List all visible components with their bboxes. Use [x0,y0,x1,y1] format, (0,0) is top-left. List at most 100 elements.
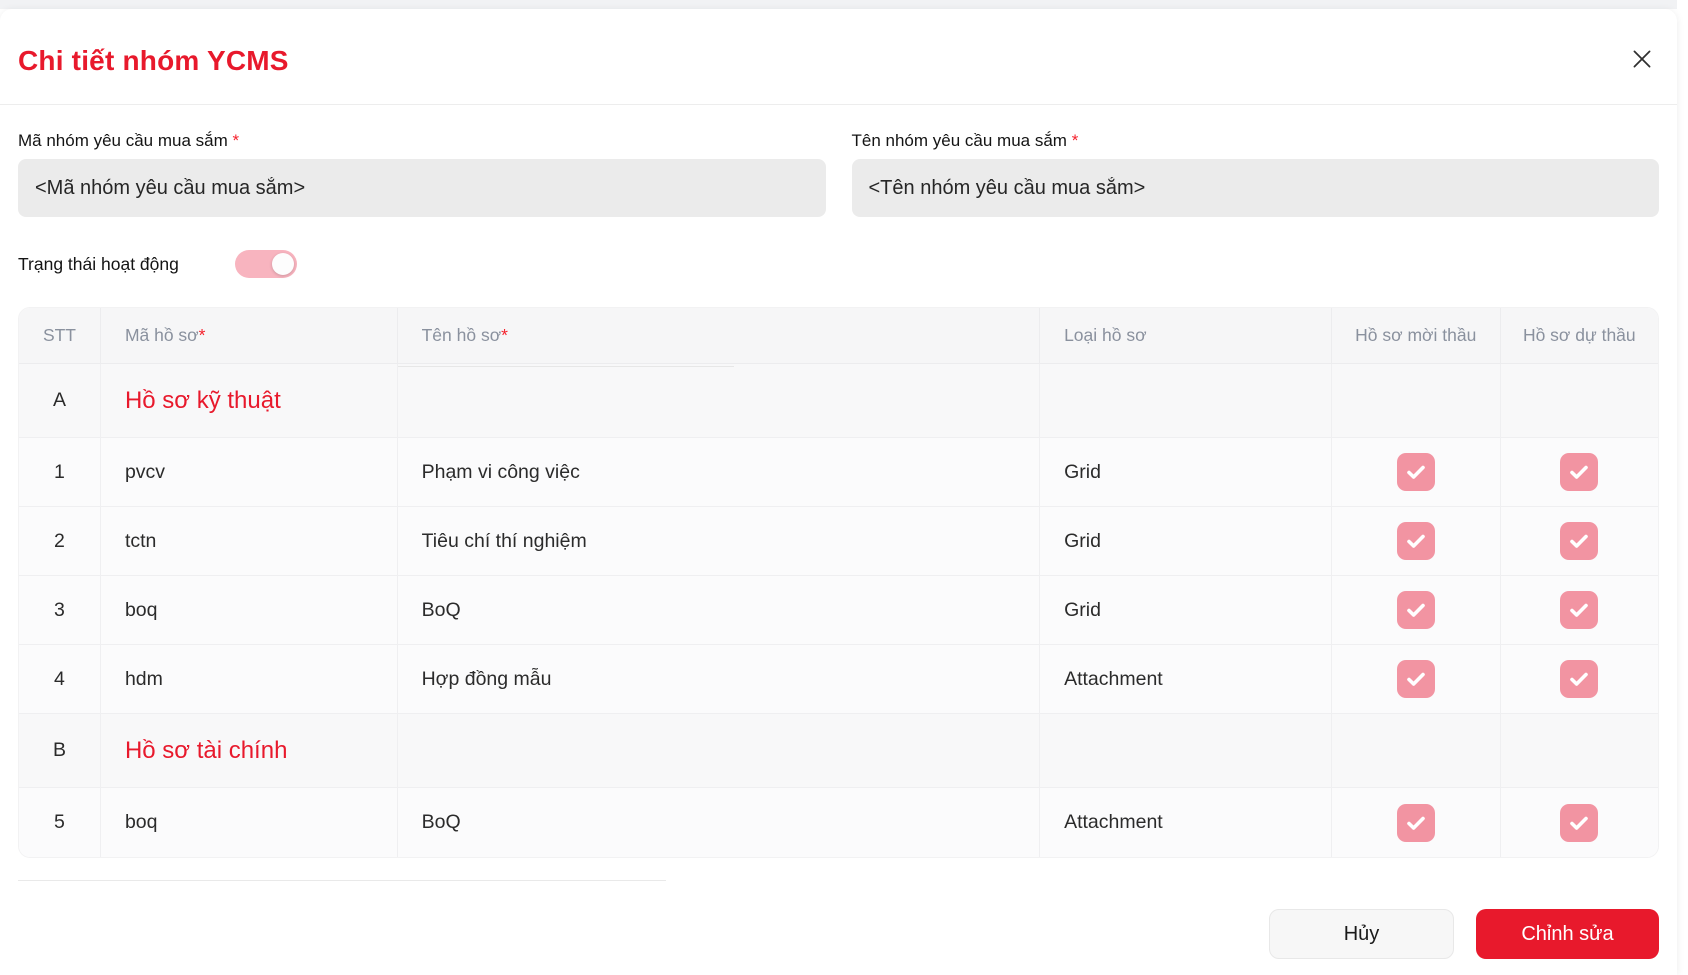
cell-ten-ho-so: BoQ [398,788,1040,857]
cell-moi_thau [1332,645,1501,714]
ho-so-moi-thau-checkbox[interactable] [1397,453,1435,491]
cell-ma-ho-so: Hồ sơ tài chính [101,714,398,788]
cell-du_thau [1501,438,1658,507]
table-row: 1pvcvPhạm vi công việcGrid [19,438,1658,507]
cell-du_thau [1501,714,1658,788]
cell-stt: 5 [19,788,101,857]
cell-ten-ho-so: Phạm vi công việc [398,438,1040,507]
ma-nhom-label: Mã nhóm yêu cầu mua sắm * [18,131,826,151]
ho-so-moi-thau-checkbox[interactable] [1397,522,1435,560]
ho-so-du-thau-checkbox[interactable] [1560,804,1598,842]
cell-du_thau [1501,507,1658,576]
modal-body: Mã nhóm yêu cầu mua sắm * Tên nhóm yêu c… [0,131,1677,959]
cell-ten-ho-so: Hợp đồng mẫu [398,645,1040,714]
cell-ten-ho-so: Tiêu chí thí nghiệm [398,507,1040,576]
cell-du_thau [1501,788,1658,857]
status-toggle-row: Trạng thái hoạt động [18,250,1659,278]
status-toggle-switch[interactable] [235,250,297,278]
cell-loai-ho-so [1040,364,1332,438]
ho-so-du-thau-checkbox[interactable] [1560,453,1598,491]
cell-moi_thau [1332,364,1501,438]
checkmark-icon [1404,529,1428,553]
cancel-button[interactable]: Hủy [1269,909,1454,959]
cell-ma-ho-so: pvcv [101,438,398,507]
cell-du_thau [1501,576,1658,645]
cell-stt: 4 [19,645,101,714]
status-toggle-label: Trạng thái hoạt động [18,254,235,275]
edit-button[interactable]: Chỉnh sửa [1476,909,1659,959]
ten-nhom-input[interactable] [852,159,1660,217]
cell-ten-ho-so [398,714,1040,788]
table-section-row: AHồ sơ kỹ thuật [19,364,1658,438]
modal-footer: Hủy Chỉnh sửa [18,909,1659,959]
ho-so-moi-thau-checkbox[interactable] [1397,591,1435,629]
cell-stt: 2 [19,507,101,576]
ma-nhom-label-text: Mã nhóm yêu cầu mua sắm [18,131,228,150]
cell-moi_thau [1332,438,1501,507]
col-header-0: STT [19,308,101,364]
checkmark-icon [1404,667,1428,691]
cell-loai-ho-so: Attachment [1040,645,1332,714]
ho-so-du-thau-checkbox[interactable] [1560,522,1598,560]
ho-so-du-thau-checkbox[interactable] [1560,660,1598,698]
table-section-row: BHồ sơ tài chính [19,714,1658,788]
checkmark-icon [1404,598,1428,622]
cell-stt: A [19,364,101,438]
checkmark-icon [1567,811,1591,835]
checkmark-icon [1567,667,1591,691]
required-asterisk: * [1072,131,1079,150]
col-header-4: Hồ sơ mời thầu [1332,308,1501,364]
close-icon [1629,46,1655,75]
table-head: STTMã hồ sơ*Tên hồ sơ*Loại hồ sơHồ sơ mờ… [19,308,1658,364]
form-grid: Mã nhóm yêu cầu mua sắm * Tên nhóm yêu c… [18,131,1659,217]
ma-nhom-input[interactable] [18,159,826,217]
required-asterisk: * [501,325,508,345]
table-row: 4hdmHợp đồng mẫuAttachment [19,645,1658,714]
cell-moi_thau [1332,788,1501,857]
cell-loai-ho-so: Grid [1040,438,1332,507]
field-ten-nhom: Tên nhóm yêu cầu mua sắm * [852,131,1660,217]
col-header-3: Loại hồ sơ [1040,308,1332,364]
cell-ten-ho-so: BoQ [398,576,1040,645]
table-row: 5boqBoQAttachment [19,788,1658,857]
cell-ma-ho-so: hdm [101,645,398,714]
cell-loai-ho-so: Attachment [1040,788,1332,857]
documents-table: STTMã hồ sơ*Tên hồ sơ*Loại hồ sơHồ sơ mờ… [18,307,1659,858]
cell-stt: 3 [19,576,101,645]
checkmark-icon [1404,460,1428,484]
ho-so-moi-thau-checkbox[interactable] [1397,660,1435,698]
cell-ma-ho-so: tctn [101,507,398,576]
detail-modal: Chi tiết nhóm YCMS Mã nhóm yêu cầu mua s… [0,9,1677,975]
modal-header: Chi tiết nhóm YCMS [0,9,1677,105]
page-backdrop-strip [0,0,1677,9]
field-ma-nhom: Mã nhóm yêu cầu mua sắm * [18,131,826,217]
cell-ma-ho-so: Hồ sơ kỹ thuật [101,364,398,438]
switch-knob-icon [272,253,294,275]
ho-so-du-thau-checkbox[interactable] [1560,591,1598,629]
ten-nhom-label-text: Tên nhóm yêu cầu mua sắm [852,131,1067,150]
table-header-row: STTMã hồ sơ*Tên hồ sơ*Loại hồ sơHồ sơ mờ… [19,308,1658,364]
table-bottom-divider [18,880,666,881]
cell-moi_thau [1332,576,1501,645]
checkmark-icon [1567,598,1591,622]
col-header-2: Tên hồ sơ* [398,308,1040,364]
cell-stt: B [19,714,101,788]
col-header-5: Hồ sơ dự thầu [1501,308,1658,364]
col-header-1: Mã hồ sơ* [101,308,398,364]
cell-loai-ho-so: Grid [1040,507,1332,576]
checkmark-icon [1567,460,1591,484]
checkmark-icon [1404,811,1428,835]
cell-stt: 1 [19,438,101,507]
cell-loai-ho-so: Grid [1040,576,1332,645]
cell-ma-ho-so: boq [101,788,398,857]
checkmark-icon [1567,529,1591,553]
close-button[interactable] [1625,43,1659,77]
ho-so-moi-thau-checkbox[interactable] [1397,804,1435,842]
cell-moi_thau [1332,714,1501,788]
table-row: 3boqBoQGrid [19,576,1658,645]
cell-du_thau [1501,364,1658,438]
ten-nhom-label: Tên nhóm yêu cầu mua sắm * [852,131,1660,151]
cell-du_thau [1501,645,1658,714]
cell-ma-ho-so: boq [101,576,398,645]
modal-title: Chi tiết nhóm YCMS [18,45,1653,77]
